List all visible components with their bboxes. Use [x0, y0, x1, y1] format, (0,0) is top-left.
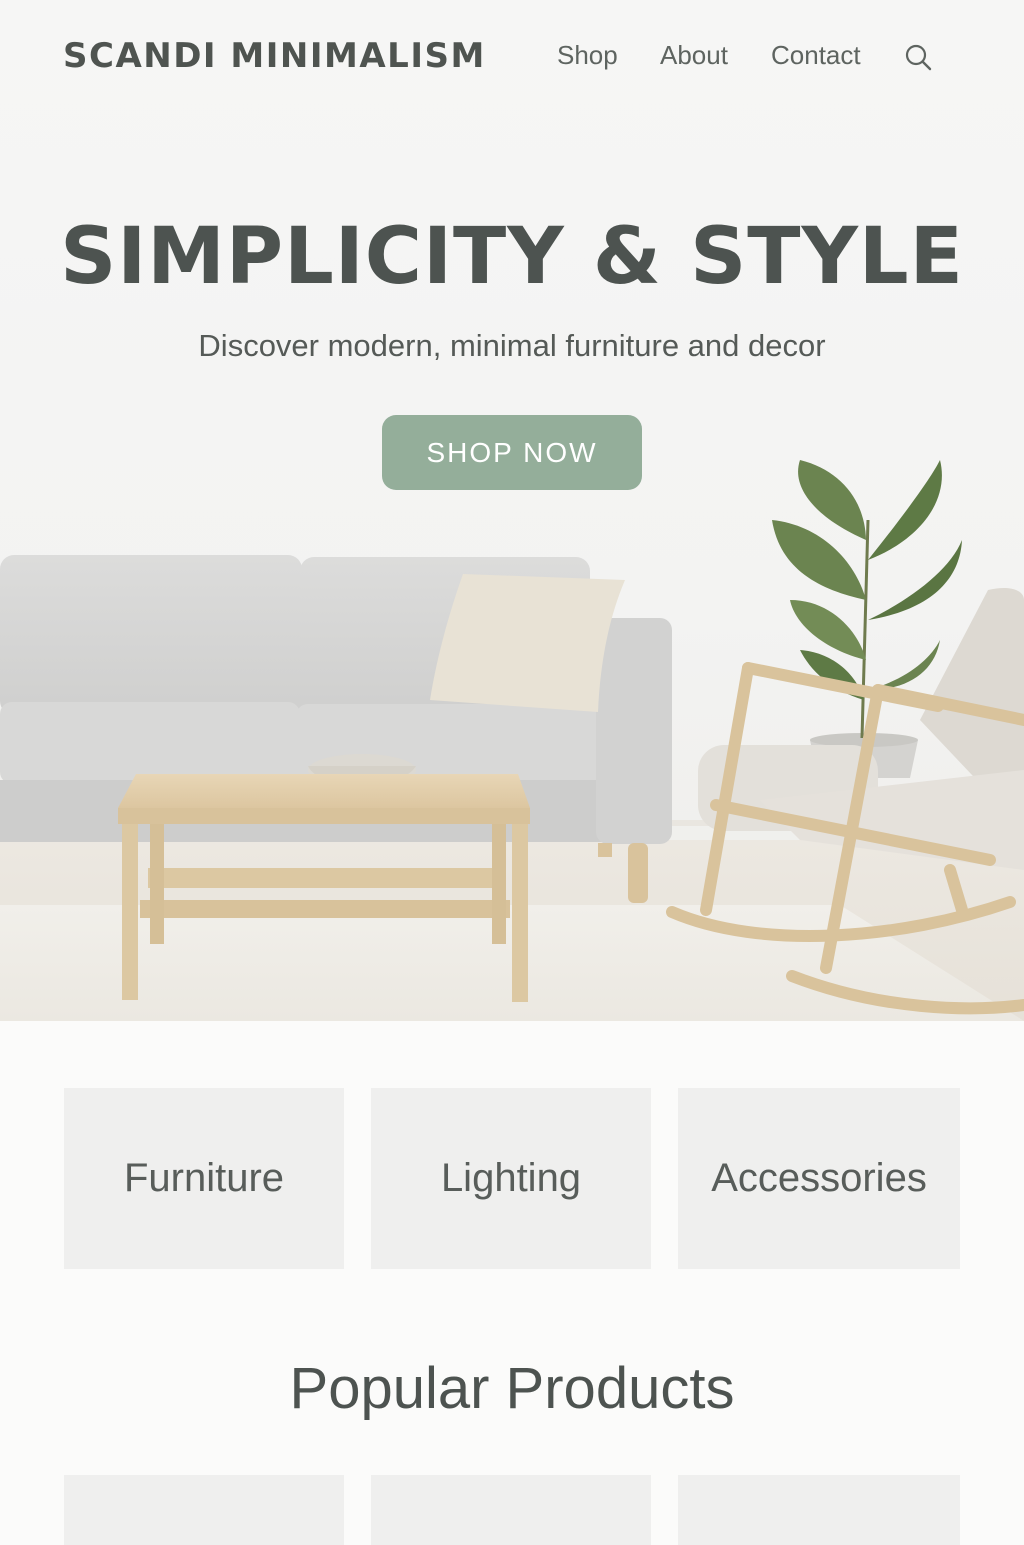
category-label: Furniture	[123, 1156, 285, 1200]
search-icon[interactable]	[903, 42, 933, 72]
category-label: Accessories	[711, 1156, 927, 1200]
category-label: Lighting	[440, 1156, 582, 1200]
category-card-accessories[interactable]: Accessories	[678, 1088, 960, 1269]
product-card[interactable]	[678, 1475, 960, 1545]
hero-image	[0, 460, 1024, 1021]
product-card[interactable]	[64, 1475, 344, 1545]
category-card-lighting[interactable]: Lighting	[371, 1088, 651, 1269]
nav-link-contact[interactable]: Contact	[771, 40, 861, 71]
site-header: SCANDI MINIMALISM Shop About Contact	[0, 0, 1024, 112]
product-card[interactable]	[371, 1475, 651, 1545]
nav-link-shop[interactable]: Shop	[557, 40, 618, 71]
shop-now-button[interactable]: SHOP NOW	[382, 415, 642, 490]
category-card-furniture[interactable]: Furniture	[64, 1088, 344, 1269]
hero-subtitle: Discover modern, minimal furniture and d…	[198, 328, 826, 363]
hero-title: SIMPLICITY & STYLE	[60, 212, 964, 302]
brand-logo[interactable]: SCANDI MINIMALISM	[63, 36, 486, 76]
popular-products-title: Popular Products	[289, 1356, 735, 1421]
hero-section: SCANDI MINIMALISM Shop About Contact SIM…	[0, 0, 1024, 1021]
nav-link-about[interactable]: About	[660, 40, 728, 71]
